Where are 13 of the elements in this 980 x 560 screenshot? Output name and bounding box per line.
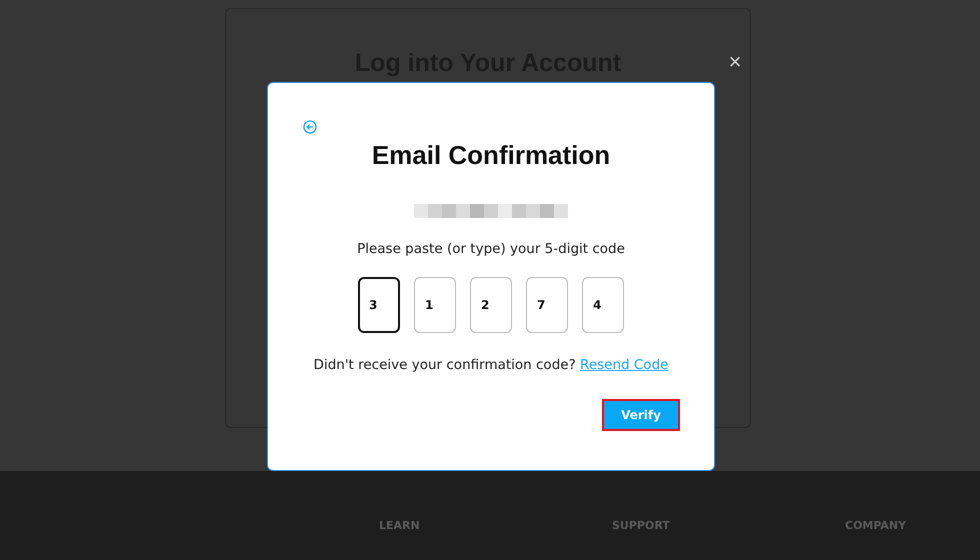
code-digit-field[interactable]: 2: [470, 277, 512, 333]
footer-heading: COMPANY: [845, 519, 908, 534]
code-digit-field[interactable]: 3: [358, 277, 400, 333]
code-digit-field[interactable]: 4: [582, 277, 624, 333]
footer-heading: SUPPORT: [612, 519, 671, 534]
footer-heading: LEARN: [379, 519, 421, 534]
code-digit-field[interactable]: 1: [414, 277, 456, 333]
instruction-text: Please paste (or type) your 5-digit code: [357, 241, 625, 257]
dialog-title: Email Confirmation: [372, 139, 610, 172]
back-icon[interactable]: [303, 120, 317, 134]
resend-prompt: Didn't receive your confirmation code? Resend Code: [314, 357, 668, 373]
close-button[interactable]: ×: [726, 52, 744, 72]
code-digit-field[interactable]: 7: [526, 277, 568, 333]
